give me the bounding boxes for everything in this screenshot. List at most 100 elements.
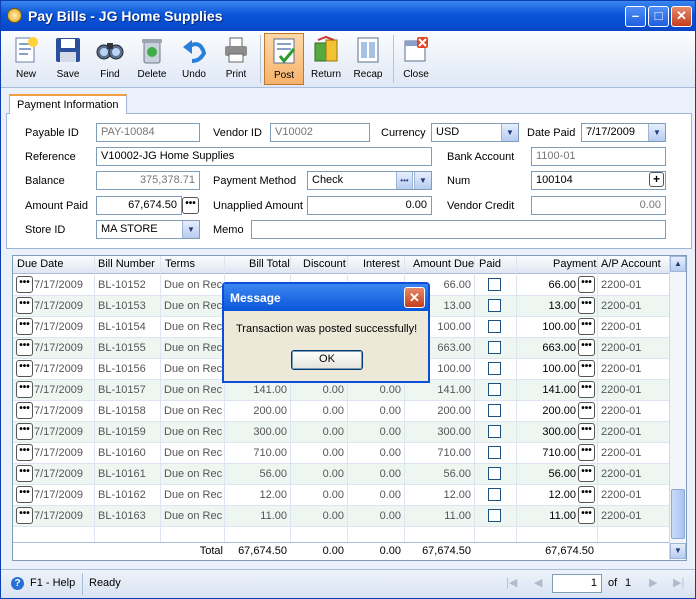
table-row[interactable]: ••• 7/17/2009 BL-10157 Due on Rece 141.00 0.0… (13, 380, 670, 401)
find-button[interactable]: Find (90, 33, 130, 85)
recap-button[interactable]: Recap (348, 33, 388, 85)
paid-checkbox[interactable] (488, 320, 501, 333)
cell-payment[interactable]: 100.00 (519, 321, 576, 333)
bank-account-field[interactable]: 1100-01 (531, 147, 666, 166)
date-paid-field[interactable]: 7/17/2009 ▼ (581, 123, 666, 142)
row-ellipsis-button[interactable]: ••• (16, 486, 33, 503)
paid-checkbox[interactable] (488, 425, 501, 438)
col-discount[interactable]: Discount (303, 258, 346, 270)
scroll-up-icon[interactable]: ▲ (670, 256, 686, 272)
col-paid[interactable]: Paid (479, 258, 501, 270)
col-terms[interactable]: Terms (165, 258, 195, 270)
reference-field[interactable]: V10002-JG Home Supplies (96, 147, 432, 166)
payment-method-select[interactable]: Check ••• ▼ (307, 171, 432, 190)
save-button[interactable]: Save (48, 33, 88, 85)
maximize-button[interactable]: □ (648, 6, 669, 27)
payment-ellipsis-button[interactable]: ••• (578, 486, 595, 503)
col-interest[interactable]: Interest (363, 258, 400, 270)
page-number-input[interactable]: 1 (552, 574, 602, 593)
row-ellipsis-button[interactable]: ••• (16, 360, 33, 377)
cell-payment[interactable]: 300.00 (519, 426, 576, 438)
close-button[interactable]: Close (396, 33, 436, 85)
payment-ellipsis-button[interactable]: ••• (578, 276, 595, 293)
col-amount-due[interactable]: Amount Due (413, 258, 474, 270)
last-page-icon[interactable]: ▶| (673, 576, 684, 589)
col-ap-account[interactable]: A/P Account (601, 258, 661, 270)
cell-payment[interactable]: 12.00 (519, 489, 576, 501)
cell-payment[interactable]: 710.00 (519, 447, 576, 459)
payment-ellipsis-button[interactable]: ••• (578, 402, 595, 419)
paid-checkbox[interactable] (488, 404, 501, 417)
payment-ellipsis-button[interactable]: ••• (578, 423, 595, 440)
currency-select[interactable]: USD ▼ (431, 123, 519, 142)
paid-checkbox[interactable] (488, 488, 501, 501)
cell-payment[interactable]: 663.00 (519, 342, 576, 354)
minimize-button[interactable]: – (625, 6, 646, 27)
cell-payment[interactable]: 100.00 (519, 363, 576, 375)
payment-ellipsis-button[interactable]: ••• (578, 465, 595, 482)
new-button[interactable]: New (6, 33, 46, 85)
ellipsis-icon[interactable]: ••• (396, 172, 413, 189)
row-ellipsis-button[interactable]: ••• (16, 318, 33, 335)
paid-checkbox[interactable] (488, 278, 501, 291)
first-page-icon[interactable]: |◀ (506, 576, 517, 589)
row-ellipsis-button[interactable]: ••• (16, 423, 33, 440)
table-row[interactable]: ••• 7/17/2009 BL-10163 Due on Rece 11.00 0.00… (13, 506, 670, 527)
help-icon[interactable]: ? (11, 577, 24, 590)
paid-checkbox[interactable] (488, 509, 501, 522)
scroll-thumb[interactable] (671, 489, 685, 539)
prev-page-icon[interactable]: ◀ (534, 576, 542, 589)
cell-payment[interactable]: 56.00 (519, 468, 576, 480)
table-row[interactable]: ••• 7/17/2009 BL-10161 Due on Rece 56.00 0.00… (13, 464, 670, 485)
payable-id-field[interactable]: PAY-10084 (96, 123, 200, 142)
print-button[interactable]: Print (216, 33, 256, 85)
paid-checkbox[interactable] (488, 383, 501, 396)
row-ellipsis-button[interactable]: ••• (16, 465, 33, 482)
cell-payment[interactable]: 141.00 (519, 384, 576, 396)
table-row[interactable]: ••• 7/17/2009 BL-10158 Due on Rece 200.00 0.0… (13, 401, 670, 422)
row-ellipsis-button[interactable]: ••• (16, 339, 33, 356)
row-ellipsis-button[interactable]: ••• (16, 297, 33, 314)
undo-button[interactable]: Undo (174, 33, 214, 85)
close-window-button[interactable]: ✕ (671, 6, 692, 27)
chevron-down-icon[interactable]: ▼ (648, 124, 665, 141)
paid-checkbox[interactable] (488, 299, 501, 312)
payment-ellipsis-button[interactable]: ••• (578, 297, 595, 314)
cell-payment[interactable]: 200.00 (519, 405, 576, 417)
return-button[interactable]: Return (306, 33, 346, 85)
next-page-icon[interactable]: ▶ (649, 576, 657, 589)
payment-ellipsis-button[interactable]: ••• (578, 444, 595, 461)
col-bill-total[interactable]: Bill Total (249, 258, 290, 270)
amount-paid-ellipsis-button[interactable]: ••• (182, 197, 199, 214)
row-ellipsis-button[interactable]: ••• (16, 381, 33, 398)
chevron-down-icon[interactable]: ▼ (414, 172, 431, 189)
dialog-close-icon[interactable]: ✕ (404, 287, 425, 308)
payment-ellipsis-button[interactable]: ••• (578, 318, 595, 335)
paid-checkbox[interactable] (488, 446, 501, 459)
memo-field[interactable] (251, 220, 666, 239)
col-payment[interactable]: Payment (553, 258, 596, 270)
payment-ellipsis-button[interactable]: ••• (578, 381, 595, 398)
num-field[interactable]: 100104 + (531, 171, 666, 190)
payment-ellipsis-button[interactable]: ••• (578, 339, 595, 356)
paid-checkbox[interactable] (488, 467, 501, 480)
paid-checkbox[interactable] (488, 362, 501, 375)
chevron-down-icon[interactable]: ▼ (501, 124, 518, 141)
tab-payment-information[interactable]: Payment Information (9, 94, 127, 115)
scroll-down-icon[interactable]: ▼ (670, 543, 686, 559)
ok-button[interactable]: OK (291, 350, 363, 370)
store-id-select[interactable]: MA STORE ▼ (96, 220, 200, 239)
chevron-down-icon[interactable]: ▼ (182, 221, 199, 238)
col-bill-number[interactable]: Bill Number (98, 258, 155, 270)
row-ellipsis-button[interactable]: ••• (16, 507, 33, 524)
post-button[interactable]: Post (264, 33, 304, 85)
help-label[interactable]: F1 - Help (30, 577, 75, 589)
row-ellipsis-button[interactable]: ••• (16, 402, 33, 419)
paid-checkbox[interactable] (488, 341, 501, 354)
cell-payment[interactable]: 66.00 (519, 279, 576, 291)
col-due-date[interactable]: Due Date (17, 258, 63, 270)
table-row[interactable]: ••• 7/17/2009 BL-10159 Due on Rece 300.00 0.0… (13, 422, 670, 443)
payment-ellipsis-button[interactable]: ••• (578, 360, 595, 377)
plus-icon[interactable]: + (649, 172, 664, 187)
row-ellipsis-button[interactable]: ••• (16, 276, 33, 293)
